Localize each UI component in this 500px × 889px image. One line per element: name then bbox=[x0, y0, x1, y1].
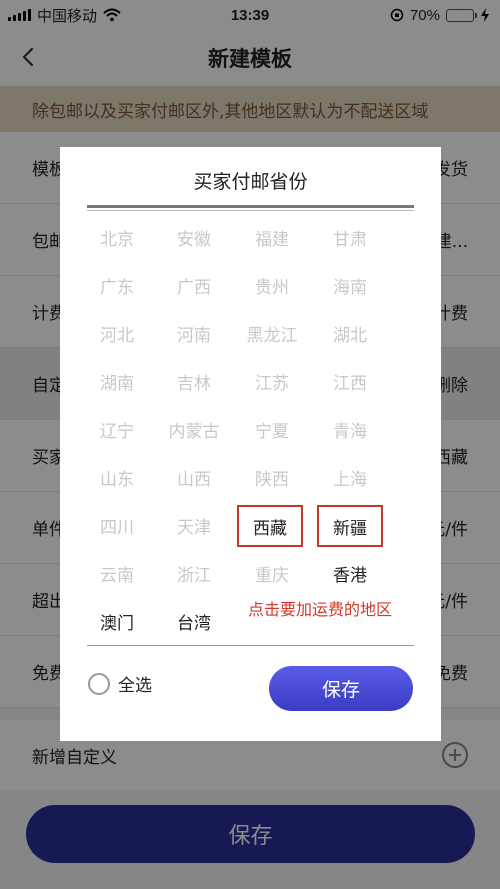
province-option[interactable]: 天津 bbox=[156, 507, 232, 543]
modal-save-button[interactable]: 保存 bbox=[269, 666, 413, 711]
province-option[interactable]: 江苏 bbox=[234, 363, 310, 399]
select-all-label: 全选 bbox=[118, 676, 152, 696]
province-option[interactable]: 广西 bbox=[156, 267, 232, 303]
province-option[interactable]: 西藏 bbox=[237, 505, 303, 547]
province-option[interactable]: 重庆 bbox=[234, 555, 310, 591]
province-option[interactable]: 山东 bbox=[79, 459, 155, 495]
province-option[interactable]: 香港 bbox=[312, 555, 388, 591]
annotation-text: 点击要加运费的地区 bbox=[248, 600, 393, 619]
province-option[interactable]: 河南 bbox=[156, 315, 232, 351]
modal-header-rule-thin bbox=[87, 210, 414, 211]
province-option[interactable]: 山西 bbox=[156, 459, 232, 495]
province-option[interactable]: 内蒙古 bbox=[156, 411, 232, 447]
radio-circle-icon[interactable] bbox=[88, 672, 110, 695]
province-option[interactable]: 海南 bbox=[312, 267, 388, 303]
province-option[interactable]: 辽宁 bbox=[79, 411, 155, 447]
province-option[interactable]: 湖南 bbox=[79, 363, 155, 399]
modal-footer-divider bbox=[87, 645, 414, 646]
province-option[interactable]: 河北 bbox=[79, 315, 155, 351]
province-option[interactable]: 上海 bbox=[312, 459, 388, 495]
province-option[interactable]: 甘肃 bbox=[312, 219, 388, 255]
province-option[interactable]: 宁夏 bbox=[234, 411, 310, 447]
province-option[interactable]: 北京 bbox=[79, 219, 155, 255]
modal-title: 买家付邮省份 bbox=[193, 171, 308, 193]
province-option[interactable]: 广东 bbox=[79, 267, 155, 303]
province-option[interactable]: 贵州 bbox=[234, 267, 310, 303]
province-option[interactable]: 陕西 bbox=[234, 459, 310, 495]
province-option[interactable]: 吉林 bbox=[156, 363, 232, 399]
select-all-toggle[interactable]: 全选 bbox=[88, 671, 152, 696]
province-option[interactable]: 浙江 bbox=[156, 555, 232, 591]
province-option[interactable]: 安徽 bbox=[156, 219, 232, 255]
province-option[interactable]: 黑龙江 bbox=[234, 315, 310, 351]
province-option[interactable]: 青海 bbox=[312, 411, 388, 447]
province-option[interactable]: 新疆 bbox=[317, 505, 383, 547]
province-modal: 买家付邮省份 北京 安徽 福建 甘肃广东 广西 贵州 海南河北 河南 黑龙江 湖北湖南 吉林 江苏 江西… bbox=[60, 147, 441, 741]
province-option[interactable]: 福建 bbox=[234, 219, 310, 255]
province-option[interactable]: 澳门 bbox=[79, 603, 155, 639]
modal-header-rule bbox=[87, 205, 414, 208]
province-option[interactable]: 江西 bbox=[312, 363, 388, 399]
province-option[interactable]: 云南 bbox=[79, 555, 155, 591]
province-option[interactable]: 台湾 bbox=[156, 603, 232, 639]
province-option[interactable]: 湖北 bbox=[312, 315, 388, 351]
province-option[interactable]: 四川 bbox=[79, 507, 155, 543]
